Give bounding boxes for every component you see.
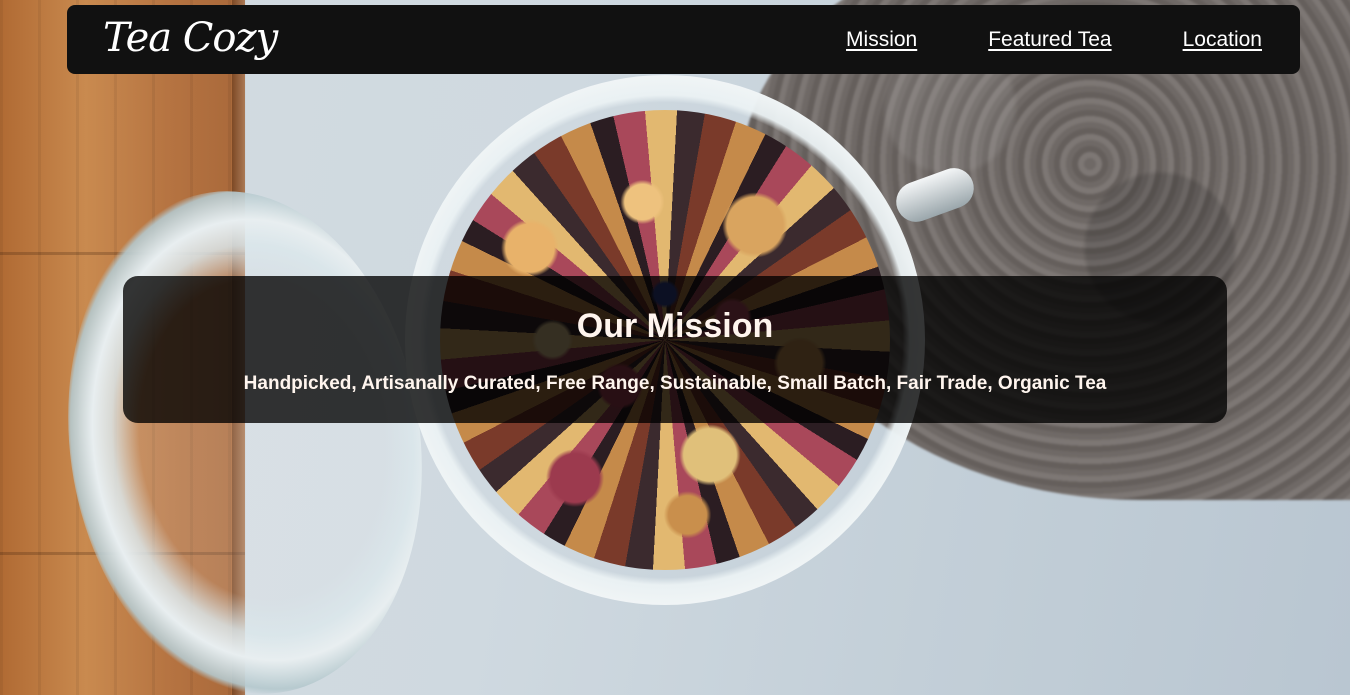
mission-title: Our Mission — [576, 307, 774, 345]
nav-links: Mission Featured Tea Location — [846, 28, 1262, 52]
nav-link-featured-tea[interactable]: Featured Tea — [988, 28, 1111, 52]
nav-link-location[interactable]: Location — [1183, 28, 1262, 52]
mission-subtitle: Handpicked, Artisanally Curated, Free Ra… — [243, 373, 1107, 394]
brand-logo[interactable]: Tea Cozy — [103, 18, 278, 58]
mission-banner: Our Mission Handpicked, Artisanally Cura… — [123, 276, 1227, 423]
navbar: Tea Cozy Mission Featured Tea Location — [67, 5, 1300, 74]
nav-link-mission[interactable]: Mission — [846, 28, 917, 52]
